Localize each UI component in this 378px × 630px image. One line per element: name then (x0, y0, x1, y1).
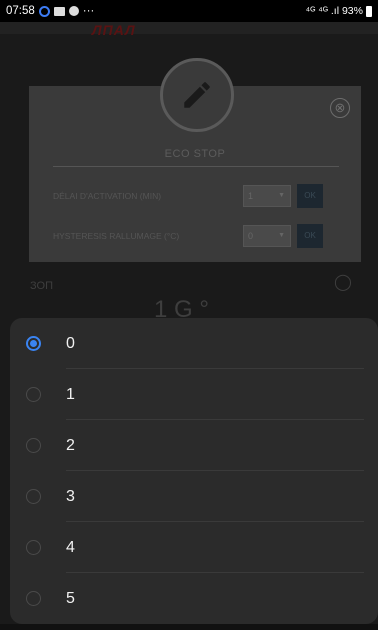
activation-delay-ok-button[interactable]: OK (297, 184, 323, 208)
status-bar: 07:58 ··· ⁴ᴳ ⁴ᴳ .ıl 93% (0, 0, 378, 22)
option-4[interactable]: 4 (10, 522, 378, 573)
status-left: 07:58 ··· (6, 5, 94, 17)
radio-icon[interactable] (26, 591, 41, 606)
option-2[interactable]: 2 (10, 420, 378, 471)
option-1[interactable]: 1 (10, 369, 378, 420)
activation-delay-label: DÉLAI D'ACTIVATION (MIN) (53, 191, 162, 201)
status-more: ··· (82, 5, 95, 17)
radio-icon[interactable] (26, 540, 41, 555)
option-label: 2 (66, 436, 75, 454)
dropdown-arrow-icon: ▼ (278, 232, 285, 239)
close-icon[interactable]: ⊗ (330, 98, 350, 118)
background-label: ЗОП (30, 280, 53, 292)
option-label: 1 (66, 385, 75, 403)
status-indicators: ⁴ᴳ ⁴ᴳ .ıl 93% (305, 5, 363, 17)
radio-selected-icon[interactable] (26, 336, 41, 351)
navigation-strip (0, 624, 378, 630)
activation-delay-value: 1 (248, 191, 254, 201)
option-label: 4 (66, 538, 75, 556)
dropdown-arrow-icon: ▼ (278, 192, 285, 199)
activation-delay-row: DÉLAI D'ACTIVATION (MIN) 1 ▼ OK (53, 184, 343, 208)
hysteresis-row: HYSTERESIS RALLUMAGE (°C) 0 ▼ OK (53, 224, 343, 248)
app-logo: ЛПАЛ (92, 22, 136, 38)
background-icon: ◯ (334, 274, 352, 291)
hysteresis-value: 0 (248, 231, 254, 241)
radio-icon[interactable] (26, 438, 41, 453)
radio-icon[interactable] (26, 387, 41, 402)
sync-icon (38, 5, 50, 17)
option-label: 3 (66, 487, 75, 505)
notification-icon (68, 6, 79, 16)
hysteresis-select[interactable]: 0 ▼ (243, 225, 291, 247)
activation-delay-select[interactable]: 1 ▼ (243, 185, 291, 207)
option-label: 5 (66, 589, 75, 607)
dialog-divider (53, 166, 339, 167)
status-time: 07:58 (6, 5, 35, 17)
radio-icon[interactable] (26, 489, 41, 504)
option-5[interactable]: 5 (10, 573, 378, 624)
option-label: 0 (66, 334, 75, 352)
dialog-title: ECO STOP (164, 148, 226, 160)
status-right: ⁴ᴳ ⁴ᴳ .ıl 93% (306, 5, 372, 17)
edit-button[interactable] (160, 58, 234, 132)
gallery-icon (53, 6, 65, 16)
battery-icon (366, 5, 372, 17)
option-3[interactable]: 3 (10, 471, 378, 522)
hysteresis-label: HYSTERESIS RALLUMAGE (°C) (53, 231, 180, 241)
option-0[interactable]: 0 (10, 318, 378, 369)
value-picker-sheet: 0 1 2 3 4 5 (10, 318, 378, 624)
hysteresis-ok-button[interactable]: OK (297, 224, 323, 248)
pencil-icon (184, 82, 210, 108)
app-header (0, 22, 378, 34)
